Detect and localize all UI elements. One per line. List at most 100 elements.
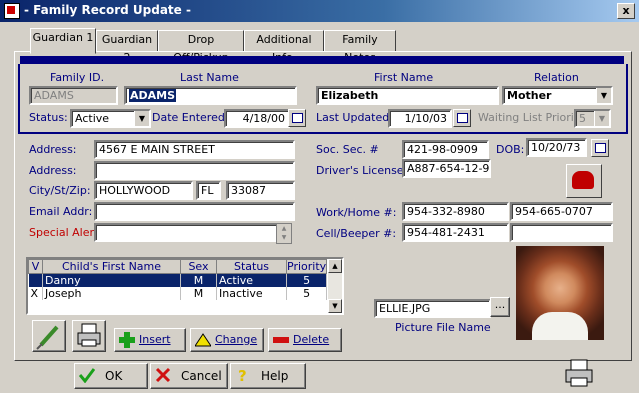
photo-shirt [532, 312, 588, 340]
dob-label: DOB: [496, 143, 525, 156]
x-icon [155, 367, 171, 383]
city-state-zip-label: City/St/Zip: [29, 184, 91, 197]
cancel-button[interactable]: Cancel [150, 363, 228, 389]
triangle-icon [195, 333, 211, 347]
cell-name: Danny [42, 273, 181, 287]
relation-value: Mother [507, 89, 552, 102]
checkmark-icon [79, 368, 95, 383]
tab-family-notes[interactable]: Family Notes [324, 30, 396, 64]
help-button[interactable]: ? Help [230, 363, 306, 389]
date-entered-calendar-icon[interactable] [288, 109, 306, 127]
chevron-down-icon[interactable]: ▼ [134, 111, 149, 126]
plus-icon [119, 332, 135, 348]
phone-icon[interactable] [566, 164, 602, 198]
printer-icon [565, 359, 593, 387]
children-grid[interactable]: V Child's First Name Sex Status Priority… [26, 257, 344, 315]
last-updated-field[interactable]: 1/10/03 [388, 109, 452, 128]
chevron-down-icon[interactable]: ▼ [596, 88, 611, 103]
picture-caption: Picture File Name [395, 321, 491, 334]
first-name-label: First Name [374, 71, 434, 84]
work-phone-field[interactable]: 954-332-8980 [402, 202, 509, 221]
picture-file-field[interactable]: ELLIE.JPG [374, 299, 491, 318]
email-label: Email Addr: [29, 205, 93, 218]
dob-calendar-icon[interactable] [591, 139, 609, 157]
cell-v: X [28, 287, 43, 300]
tab-additional-info[interactable]: Additional Info. [244, 30, 324, 64]
first-name-field[interactable]: Elizabeth [316, 86, 499, 105]
last-updated-calendar-icon[interactable] [453, 109, 471, 127]
col-header-v[interactable]: V [28, 259, 43, 274]
relation-select[interactable]: Mother ▼ [502, 86, 613, 105]
last-name-field[interactable]: ADAMS [124, 86, 297, 105]
children-header-row: V Child's First Name Sex Status Priority [28, 259, 328, 274]
col-header-sex[interactable]: Sex [180, 259, 217, 274]
status-label: Status: [29, 111, 68, 124]
cell-status: Active [216, 273, 287, 287]
app-icon [4, 3, 20, 19]
date-entered-label: Date Entered: [152, 111, 229, 124]
family-record-window: - Family Record Update - x Guardian 1 Gu… [0, 0, 639, 393]
address2-field[interactable] [94, 161, 295, 180]
minus-icon [273, 337, 289, 343]
scroll-up-icon[interactable]: ▲ [328, 259, 342, 273]
table-row[interactable]: X Joseph M Inactive 5 [28, 287, 328, 300]
col-header-priority[interactable]: Priority [285, 259, 328, 274]
col-header-name[interactable]: Child's First Name [42, 259, 181, 274]
grid-scrollbar[interactable]: ▲ ▼ [328, 259, 342, 313]
cell-sex: M [180, 273, 217, 287]
home-phone-field[interactable]: 954-665-0707 [510, 202, 613, 221]
children-table: V Child's First Name Sex Status Priority… [28, 259, 328, 300]
change-label: Change [215, 333, 258, 346]
license-field[interactable]: A887-654-12-98 [402, 159, 491, 178]
scroll-down-icon[interactable]: ▼ [328, 299, 342, 313]
delete-label: Delete [293, 333, 330, 346]
delete-button[interactable]: Delete [268, 328, 342, 352]
syringe-icon [36, 325, 59, 350]
date-entered-field[interactable]: 4/18/00 [224, 109, 290, 128]
waiting-priority-select: 5 ▼ [574, 109, 611, 128]
syringe-button[interactable] [32, 320, 66, 352]
ok-button[interactable]: OK [74, 363, 148, 389]
waiting-priority-value: 5 [579, 112, 586, 125]
city-field[interactable]: HOLLYWOOD [94, 181, 193, 200]
license-label: Driver's License: [316, 164, 408, 177]
cell2-field[interactable] [510, 223, 613, 242]
address-label: Address: [29, 143, 77, 156]
special-alert-label: Special Alert: [29, 226, 103, 239]
window-title: - Family Record Update - [24, 3, 191, 17]
status-select[interactable]: Active ▼ [70, 109, 151, 128]
browse-picture-button[interactable]: ... [490, 297, 510, 317]
ssn-label: Soc. Sec. # [316, 143, 379, 156]
special-alert-field[interactable] [94, 223, 279, 242]
address1-field[interactable]: 4567 E MAIN STREET [94, 140, 295, 159]
dob-field[interactable]: 10/20/73 [526, 138, 587, 157]
close-button[interactable]: x [617, 3, 635, 19]
print-button[interactable] [72, 320, 106, 352]
tab-guardian-2[interactable]: Guardian 2 [96, 30, 158, 64]
state-field[interactable]: FL [196, 181, 221, 200]
col-header-status[interactable]: Status [216, 259, 287, 274]
svg-text:?: ? [238, 367, 247, 383]
waiting-priority-label: Waiting List Priority: [478, 111, 588, 124]
ok-label: OK [105, 369, 123, 383]
email-field[interactable] [94, 202, 295, 221]
change-button[interactable]: Change [190, 328, 264, 352]
cell-sex: M [180, 287, 217, 300]
zip-field[interactable]: 33087 [226, 181, 295, 200]
question-icon: ? [238, 367, 247, 383]
help-label: Help [261, 369, 289, 383]
table-row[interactable]: Danny M Active 5 [28, 273, 328, 287]
print-record-button[interactable] [562, 358, 596, 390]
guardian-photo [516, 246, 604, 340]
cancel-label: Cancel [181, 369, 222, 383]
special-alert-spinner[interactable]: ▲ ▼ [276, 223, 292, 244]
tab-drop-off-pickup[interactable]: Drop Off/Pickup [158, 30, 244, 64]
last-name-value: ADAMS [129, 89, 177, 102]
tab-guardian-1[interactable]: Guardian 1 [30, 28, 96, 54]
insert-button[interactable]: Insert [114, 328, 186, 352]
cell-status: Inactive [216, 287, 287, 300]
ssn-field[interactable]: 421-98-0909 [402, 140, 489, 159]
address2-label: Address: [29, 164, 77, 177]
cell-field[interactable]: 954-481-2431 [402, 223, 509, 242]
last-updated-label: Last Updated: [316, 111, 393, 124]
